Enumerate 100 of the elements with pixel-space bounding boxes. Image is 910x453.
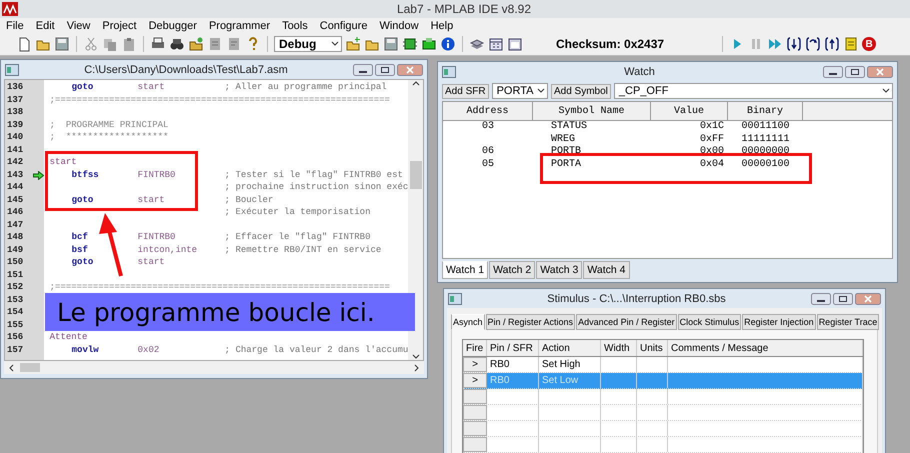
stimulus-tab[interactable]: Pin / Register Actions [486,314,576,330]
breakpoint-button[interactable]: B [862,37,876,51]
line-number: 145 [7,194,24,206]
column-header[interactable]: Comments / Message [668,340,863,356]
line-number: 155 [7,318,24,331]
code-operand: intcon,inte [138,244,198,256]
line-number: 138 [7,106,24,118]
column-header[interactable]: Value [651,102,728,120]
line-number: 148 [7,231,24,244]
code-instruction: goto [72,256,94,268]
column-header[interactable]: Action [539,340,601,356]
column-header[interactable]: Units [637,340,668,356]
editor-title: C:\Users\Dany\Downloads\Test\Lab7.asm [83,64,289,76]
maximize-icon[interactable] [375,64,395,76]
chip-icon[interactable] [402,36,418,52]
stimulus-row[interactable]: > RB0 Set Low [463,373,863,389]
column-header[interactable]: Width [601,340,637,356]
paste-icon[interactable] [121,36,137,52]
watch-tab[interactable]: Watch 2 [489,261,536,279]
code-instruction: goto [72,81,94,94]
new-folder-icon[interactable] [345,36,361,52]
window-icon [5,64,19,76]
watch-tab[interactable]: Watch 4 [583,261,630,279]
code-label: start [50,156,78,168]
scrollbar-thumb[interactable] [410,161,422,189]
calendar-icon[interactable] [488,36,504,52]
minimize-icon[interactable] [353,64,373,76]
line-number: 147 [7,218,24,231]
watch-tab[interactable]: Watch 1 [442,261,488,279]
line-number: 143 [7,168,24,181]
code-instruction: bsf [72,244,89,256]
table-cell-text: 0x1C [698,121,725,134]
window-icon[interactable] [507,36,523,52]
fire-button[interactable]: > [463,373,487,388]
code-operand: start [138,194,166,206]
table-cell-text: 06 [480,146,495,158]
menu-item[interactable]: Programmer [208,20,270,32]
scroll-left-icon[interactable] [8,364,14,372]
scroll-right-icon[interactable] [414,364,420,372]
line-number: 154 [7,306,24,318]
menu-item[interactable]: Edit [36,20,55,32]
watch-tab[interactable]: Watch 3 [536,261,582,279]
menu-item[interactable]: Configure [320,20,368,32]
scrollbar-thumb[interactable] [20,363,40,372]
menu-item[interactable]: View [66,20,90,32]
caret-icon [536,88,545,94]
symbol-dropdown[interactable]: _CP_OFF [614,83,893,99]
stimulus-tab[interactable]: Register Trace [816,314,880,330]
table-cell: Set High [539,357,601,372]
column-header[interactable]: Symbol Name [533,102,651,120]
maximize-icon[interactable] [845,66,865,78]
find-icon[interactable] [169,36,185,52]
stimulus-tab[interactable]: Clock Stimulus [678,314,742,330]
menu-item[interactable]: Debugger [148,20,197,32]
step-into-icon[interactable] [786,36,802,52]
code-instruction: bcf [72,231,89,244]
line-number: 141 [7,144,24,156]
minimize-icon[interactable] [811,292,831,304]
table-cell-text: 0xFF [698,134,725,146]
menu-item[interactable]: Window [379,20,419,32]
menu-item[interactable]: Tools [282,20,308,32]
configuration-dropdown[interactable]: Debug [274,36,342,52]
line-number: 136 [7,81,24,94]
code-comment: ; Charge la valeur 2 dans l'accumu [224,344,408,356]
code-operand: start [138,81,166,94]
code-comment: ;============================================================== [50,281,391,294]
line-number: 157 [7,344,24,356]
info-icon[interactable] [440,36,456,52]
scroll-up-icon[interactable] [412,80,420,86]
code-instruction: goto [72,194,94,206]
table-cell: Set Low [539,373,601,388]
table-cell-text: PORTA [550,158,582,171]
fire-button[interactable]: > [463,357,487,372]
column-header[interactable]: Fire [463,340,487,356]
menu-item[interactable]: Help [430,20,454,32]
add-sfr-button[interactable]: Add SFR [442,84,489,98]
add-symbol-button[interactable]: Add Symbol [550,84,611,98]
save-icon[interactable] [383,36,399,52]
maximize-icon[interactable] [833,292,853,304]
table-cell-text: PORTB [550,146,582,158]
stimulus-tab[interactable]: Advanced Pin / Register [576,314,677,330]
menu-item[interactable]: File [6,20,24,32]
checksum-label: Checksum: 0x2437 [556,37,664,51]
stimulus-tab[interactable]: Asynch [451,314,485,330]
code-comment: ; prochaine instruction sinon exéc [224,181,408,194]
code-operand: FINTRB0 [138,168,176,181]
column-header[interactable]: Address [443,102,533,120]
menu-item[interactable]: Project [102,20,137,32]
scroll-down-icon[interactable] [412,354,420,360]
column-header[interactable]: Pin / SFR [487,340,539,356]
table-cell-text: 11111111 [740,134,790,146]
line-number: 153 [7,294,24,306]
minimize-icon[interactable] [823,66,843,78]
step-out-icon[interactable] [824,36,840,52]
stimulus-tab[interactable]: Register Injection [742,314,816,330]
table-cell-text: 00000100 [740,158,790,171]
save-icon[interactable] [54,36,70,52]
column-header[interactable]: Binary [728,102,803,120]
step-over-icon[interactable] [805,36,822,52]
sfr-dropdown[interactable]: PORTA [492,83,548,99]
